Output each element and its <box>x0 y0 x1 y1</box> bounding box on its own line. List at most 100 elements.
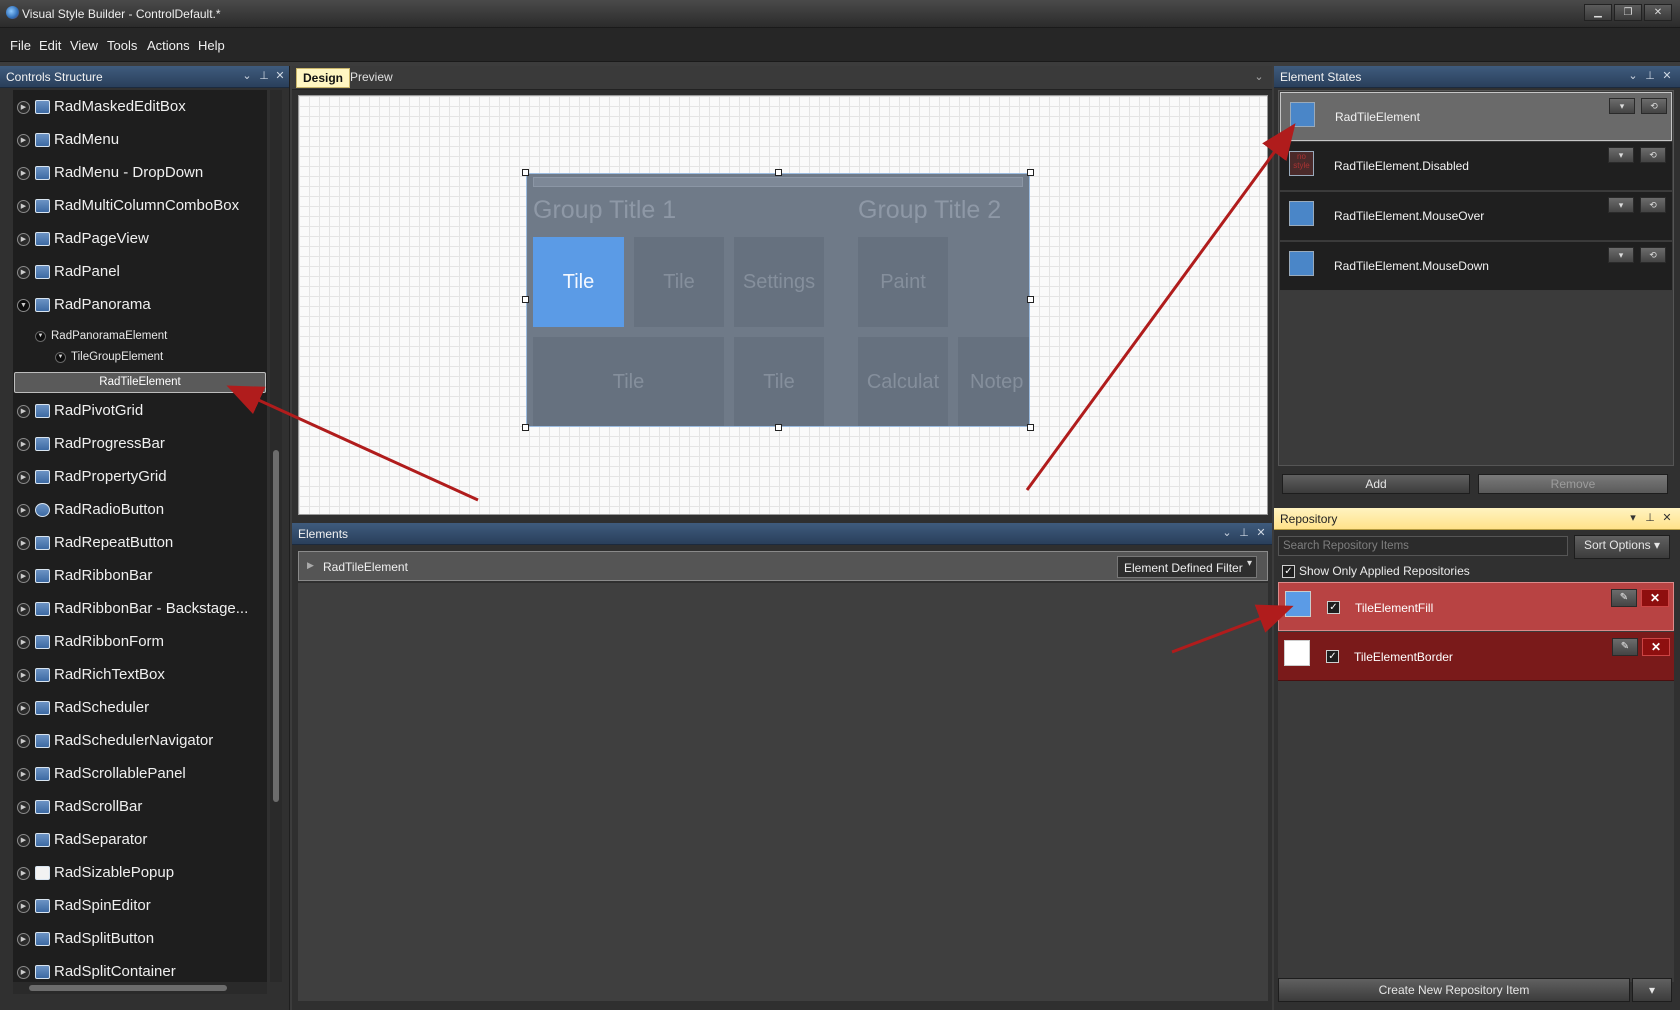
collapse-icon[interactable]: ▼ <box>17 299 30 312</box>
delete-icon[interactable]: ✕ <box>1642 638 1670 656</box>
tree-item[interactable]: ▶ RadSpinEditor <box>13 889 267 922</box>
tree-item[interactable]: ▶ RadRichTextBox <box>13 658 267 691</box>
expand-icon[interactable]: ▶ <box>17 735 30 748</box>
minimize-button[interactable]: ▁ <box>1584 4 1612 21</box>
delete-icon[interactable]: ✕ <box>1641 589 1669 607</box>
tree-item[interactable]: ▶ RadRibbonBar <box>13 559 267 592</box>
menu-file[interactable]: File <box>10 38 31 53</box>
expand-icon[interactable]: ▶ <box>17 603 30 616</box>
resize-handle[interactable] <box>1027 169 1034 176</box>
tile[interactable]: Tile <box>634 237 724 327</box>
pin-icon[interactable]: ⊥ <box>257 69 271 83</box>
tree-item[interactable]: ▶ RadMenu <box>13 123 267 156</box>
tree-item[interactable]: ▶ RadPageView <box>13 222 267 255</box>
state-reset-button[interactable]: ⟲ <box>1640 247 1666 263</box>
collapse-icon[interactable]: ▼ <box>35 331 46 342</box>
tile[interactable]: Tile <box>533 237 624 327</box>
expand-icon[interactable]: ▶ <box>17 768 30 781</box>
state-dropdown-button[interactable]: ▾ <box>1608 247 1634 263</box>
tree-item[interactable]: ▶ RadScrollBar <box>13 790 267 823</box>
create-repository-item-button[interactable]: Create New Repository Item <box>1278 978 1630 1002</box>
tree-item[interactable]: ▶ RadSchedulerNavigator <box>13 724 267 757</box>
expand-icon[interactable]: ▶ <box>17 167 30 180</box>
tree-vertical-scrollbar[interactable] <box>270 90 282 982</box>
repository-item[interactable]: ✓ TileElementFill ✎ ✕ <box>1278 582 1674 631</box>
tree-item-expanded[interactable]: ▼ RadPanorama <box>13 288 267 321</box>
filter-dropdown[interactable]: Element Defined Filter ▾ <box>1117 556 1257 578</box>
menu-tools[interactable]: Tools <box>107 38 137 53</box>
tabs-dropdown-icon[interactable]: ⌄ <box>1252 70 1266 84</box>
tree-item[interactable]: ▶ RadRibbonForm <box>13 625 267 658</box>
expand-icon[interactable]: ▶ <box>17 200 30 213</box>
state-dropdown-button[interactable]: ▾ <box>1608 197 1634 213</box>
panel-dropdown-icon[interactable]: ⌄ <box>1220 526 1234 540</box>
panorama-control[interactable]: Group Title 1 Group Title 2 Tile Tile Se… <box>526 173 1030 427</box>
menu-view[interactable]: View <box>70 38 98 53</box>
state-reset-button[interactable]: ⟲ <box>1640 197 1666 213</box>
expand-icon[interactable]: ▶ <box>17 834 30 847</box>
expand-icon[interactable]: ▶ <box>17 537 30 550</box>
panel-close-icon[interactable]: ✕ <box>1254 526 1268 540</box>
tab-design[interactable]: Design <box>296 68 351 88</box>
expand-icon[interactable]: ▶ <box>17 636 30 649</box>
panel-close-icon[interactable]: ✕ <box>1660 69 1674 83</box>
expand-icon[interactable]: ▶ <box>17 900 30 913</box>
tree-item[interactable]: ▶ RadScrollablePanel <box>13 757 267 790</box>
tree-item[interactable]: ▶ RadProgressBar <box>13 427 267 460</box>
expand-icon[interactable]: ▶ <box>17 801 30 814</box>
scrollbar-thumb[interactable] <box>273 450 279 802</box>
pin-icon[interactable]: ⊥ <box>1643 511 1657 525</box>
resize-handle[interactable] <box>775 169 782 176</box>
scrollbar-thumb[interactable] <box>29 985 227 991</box>
edit-icon[interactable]: ✎ <box>1611 589 1637 607</box>
state-reset-button[interactable]: ⟲ <box>1640 147 1666 163</box>
state-row[interactable]: no style RadTileElement.Disabled ▾ ⟲ <box>1280 142 1672 191</box>
create-options-dropdown[interactable]: ▾ <box>1632 978 1672 1002</box>
sort-options-button[interactable]: Sort Options ▾ <box>1574 535 1670 559</box>
repository-item[interactable]: ✓ TileElementBorder ✎ ✕ <box>1278 632 1674 681</box>
tree-item[interactable]: ▶ RadMaskedEditBox <box>13 90 267 123</box>
panel-close-icon[interactable]: ✕ <box>273 69 287 83</box>
expand-icon[interactable]: ▶ <box>17 933 30 946</box>
panel-dropdown-icon[interactable]: ▾ <box>1626 511 1640 525</box>
tree-horizontal-scrollbar[interactable] <box>13 982 267 994</box>
tree-item[interactable]: ▶ RadSplitContainer <box>13 955 267 982</box>
resize-handle[interactable] <box>1027 296 1034 303</box>
maximize-button[interactable]: ❐ <box>1614 4 1642 21</box>
expand-icon[interactable]: ▶ <box>17 233 30 246</box>
expand-icon[interactable]: ▶ <box>17 471 30 484</box>
remove-state-button[interactable]: Remove <box>1478 474 1668 494</box>
show-applied-checkbox[interactable]: ✓ Show Only Applied Repositories <box>1282 564 1470 579</box>
state-row[interactable]: RadTileElement.MouseDown ▾ ⟲ <box>1280 242 1672 291</box>
panel-close-icon[interactable]: ✕ <box>1660 511 1674 525</box>
state-reset-button[interactable]: ⟲ <box>1641 98 1667 114</box>
menu-help[interactable]: Help <box>198 38 225 53</box>
panel-dropdown-icon[interactable]: ⌄ <box>240 69 254 83</box>
close-button[interactable]: ✕ <box>1644 4 1672 21</box>
tree-item[interactable]: ▶ RadPanel <box>13 255 267 288</box>
tree-item[interactable]: ▶ RadPropertyGrid <box>13 460 267 493</box>
tree-item[interactable]: ▶ RadMenu - DropDown <box>13 156 267 189</box>
expand-icon[interactable]: ▶ <box>17 504 30 517</box>
expand-icon[interactable]: ▶ <box>17 570 30 583</box>
expand-icon[interactable]: ▶ <box>307 560 314 571</box>
tree-item[interactable]: ▶ RadRibbonBar - Backstage... <box>13 592 267 625</box>
tree-item[interactable]: ▶ RadSizablePopup <box>13 856 267 889</box>
panel-dropdown-icon[interactable]: ⌄ <box>1626 69 1640 83</box>
checkbox-icon[interactable]: ✓ <box>1326 650 1339 663</box>
expand-icon[interactable]: ▶ <box>17 134 30 147</box>
elements-row[interactable]: ▶ RadTileElement Element Defined Filter … <box>298 551 1268 581</box>
checkbox-icon[interactable]: ✓ <box>1282 565 1295 579</box>
add-state-button[interactable]: Add <box>1282 474 1470 494</box>
pin-icon[interactable]: ⊥ <box>1643 69 1657 83</box>
tile[interactable]: Tile <box>533 337 724 426</box>
tree-item[interactable]: ▶ RadRadioButton <box>13 493 267 526</box>
checkbox-icon[interactable]: ✓ <box>1327 601 1340 614</box>
tree-item[interactable]: ▶ RadRepeatButton <box>13 526 267 559</box>
state-dropdown-button[interactable]: ▾ <box>1609 98 1635 114</box>
tree-item[interactable]: ▶ RadScheduler <box>13 691 267 724</box>
tile[interactable]: Notep <box>958 337 1029 426</box>
state-dropdown-button[interactable]: ▾ <box>1608 147 1634 163</box>
tile[interactable]: Paint <box>858 237 948 327</box>
state-row[interactable]: RadTileElement.MouseOver ▾ ⟲ <box>1280 192 1672 241</box>
